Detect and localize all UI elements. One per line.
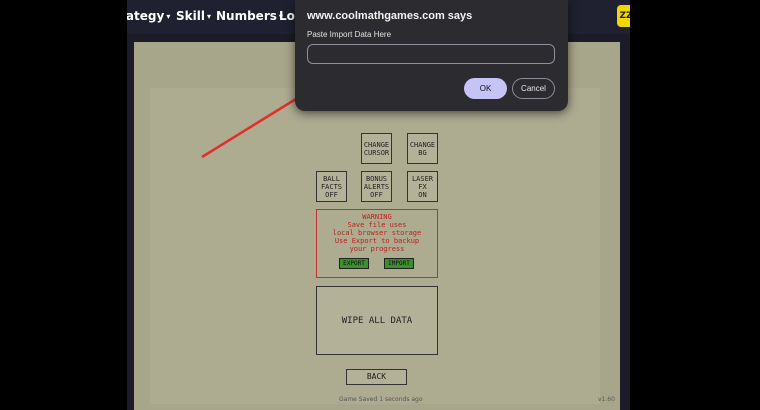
- change-bg-button[interactable]: CHANGE BG: [407, 133, 438, 164]
- warning-box: WARNING Save file uses local browser sto…: [316, 209, 438, 278]
- wipe-all-data-button[interactable]: WIPE ALL DATA: [316, 286, 438, 355]
- right-letterbox: [630, 0, 760, 410]
- laser-fx-toggle[interactable]: LASER FX ON: [407, 171, 438, 202]
- ok-button[interactable]: OK: [464, 78, 507, 99]
- nav-item-numbers[interactable]: Numbers ▾: [216, 9, 283, 23]
- back-button[interactable]: BACK: [346, 369, 407, 385]
- left-letterbox: [0, 0, 127, 410]
- import-data-input[interactable]: [307, 44, 555, 64]
- nav-item-logic[interactable]: Lo: [279, 9, 295, 23]
- save-status-text: Game Saved 1 seconds ago: [339, 396, 423, 403]
- version-text: v1.60: [598, 396, 615, 403]
- change-cursor-button[interactable]: CHANGE CURSOR: [361, 133, 392, 164]
- cancel-button[interactable]: Cancel: [512, 78, 555, 99]
- dialog-title: www.coolmathgames.com says: [307, 10, 473, 22]
- bonus-alerts-toggle[interactable]: BONUS ALERTS OFF: [361, 171, 392, 202]
- browser-prompt-dialog: www.coolmathgames.com says Paste Import …: [295, 0, 568, 111]
- warning-text: WARNING Save file uses local browser sto…: [332, 213, 422, 253]
- import-button[interactable]: IMPORT: [384, 258, 414, 269]
- export-button[interactable]: EXPORT: [339, 258, 369, 269]
- chevron-down-icon: ▾: [166, 12, 171, 21]
- chevron-down-icon: ▾: [206, 12, 211, 21]
- nav-item-strategy[interactable]: rategy▾: [127, 9, 170, 23]
- ball-facts-toggle[interactable]: BALL FACTS OFF: [316, 171, 347, 202]
- dialog-message: Paste Import Data Here: [307, 30, 392, 39]
- nav-item-skill[interactable]: Skill ▾: [176, 9, 211, 23]
- user-badge-icon[interactable]: ZZ: [617, 5, 630, 27]
